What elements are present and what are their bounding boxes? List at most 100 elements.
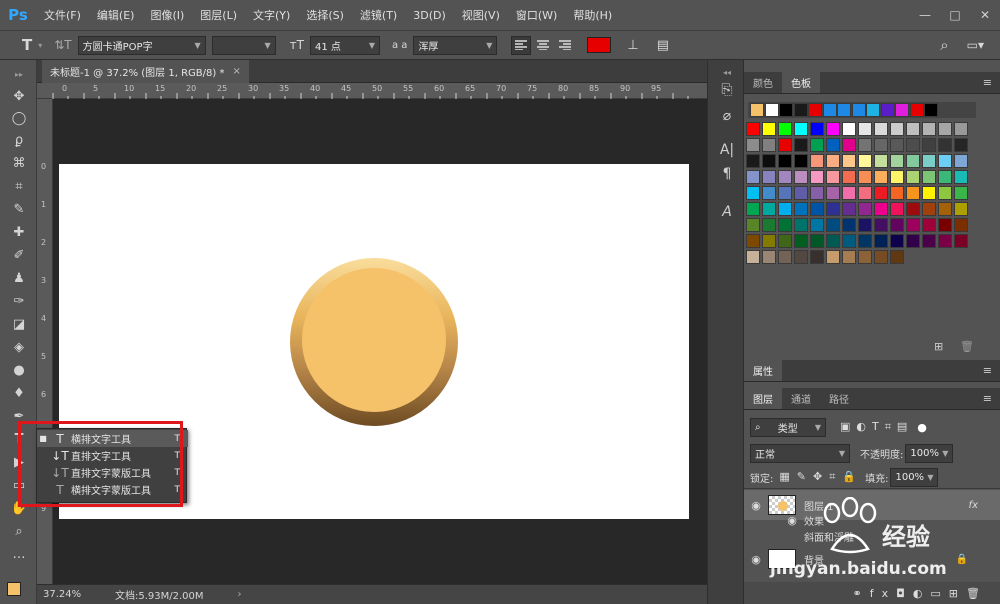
swatch[interactable]	[826, 202, 840, 216]
recent-swatch[interactable]	[895, 103, 909, 117]
character-panel-icon[interactable]: A|	[717, 140, 737, 160]
recent-swatch[interactable]	[837, 103, 851, 117]
swatch[interactable]	[826, 186, 840, 200]
swatch[interactable]	[746, 186, 760, 200]
menu-window[interactable]: 窗口(W)	[508, 7, 565, 23]
recent-swatch[interactable]	[779, 103, 793, 117]
swatch[interactable]	[858, 250, 872, 264]
swatch[interactable]	[826, 154, 840, 168]
swatch[interactable]	[762, 202, 776, 216]
swatch[interactable]	[938, 218, 952, 232]
swatch[interactable]	[810, 234, 824, 248]
swatch[interactable]	[778, 202, 792, 216]
swatch[interactable]	[778, 218, 792, 232]
paint-bucket-tool-icon[interactable]: ◈	[8, 337, 30, 357]
align-left-button[interactable]	[511, 35, 532, 55]
swatch[interactable]	[810, 202, 824, 216]
swatch[interactable]	[794, 170, 808, 184]
collapse-arrows-icon[interactable]: ◂◂	[717, 62, 737, 82]
recent-swatch[interactable]	[880, 103, 895, 117]
swatch[interactable]	[778, 186, 792, 200]
swatch[interactable]	[890, 186, 904, 200]
marquee-tool-icon[interactable]: ◯	[8, 108, 30, 128]
recent-swatch[interactable]	[924, 103, 938, 117]
menu-edit[interactable]: 编辑(E)	[89, 7, 143, 23]
swatch[interactable]	[842, 170, 856, 184]
swatch[interactable]	[746, 202, 760, 216]
tab-color[interactable]: 颜色	[744, 71, 782, 93]
swatch[interactable]	[890, 234, 904, 248]
swatch[interactable]	[794, 202, 808, 216]
swatch[interactable]	[826, 138, 840, 152]
zoom-tool-icon[interactable]: ⌕	[8, 521, 30, 541]
visibility-eye-icon[interactable]: ◉	[744, 499, 768, 512]
brush-tool-icon[interactable]: ✐	[8, 245, 30, 265]
swatch[interactable]	[778, 170, 792, 184]
swatch[interactable]	[762, 186, 776, 200]
swatch[interactable]	[874, 170, 888, 184]
opacity-field[interactable]: 100% ▼	[905, 443, 954, 463]
swatch[interactable]	[890, 170, 904, 184]
swatch[interactable]	[906, 186, 920, 200]
tab-layers[interactable]: 图层	[744, 387, 782, 409]
paragraph-panel-icon[interactable]: ¶	[717, 164, 737, 184]
maximize-button[interactable]: □	[940, 5, 970, 25]
align-right-button[interactable]	[555, 36, 575, 55]
blend-mode-dropdown[interactable]: 正常 ▼	[750, 443, 850, 463]
crop-tool-icon[interactable]: ⌗	[8, 176, 30, 196]
swatch[interactable]	[906, 234, 920, 248]
swatch[interactable]	[890, 154, 904, 168]
swatch[interactable]	[842, 202, 856, 216]
swatch[interactable]	[874, 186, 888, 200]
swatch[interactable]	[794, 186, 808, 200]
recent-swatch[interactable]	[764, 103, 779, 117]
filter-toggle-icon[interactable]: ●	[917, 421, 927, 434]
minimize-button[interactable]: —	[910, 5, 940, 25]
blur-tool-icon[interactable]: ●	[8, 360, 30, 380]
swatch[interactable]	[954, 234, 968, 248]
swatch[interactable]	[762, 154, 776, 168]
swatch[interactable]	[858, 122, 872, 136]
swatch[interactable]	[858, 170, 872, 184]
lasso-tool-icon[interactable]: ϼ	[8, 130, 30, 150]
layer-filter-icons[interactable]: ▣◐T⌗▤	[840, 420, 913, 434]
swatch[interactable]	[890, 250, 904, 264]
swatch[interactable]	[810, 138, 824, 152]
swatch[interactable]	[874, 154, 888, 168]
swatch[interactable]	[842, 122, 856, 136]
swatch[interactable]	[922, 186, 936, 200]
swatch[interactable]	[954, 218, 968, 232]
swatch[interactable]	[762, 122, 776, 136]
swatch[interactable]	[746, 170, 760, 184]
workspace-switcher-icon[interactable]: ▭▾	[967, 38, 984, 52]
menu-filter[interactable]: 滤镜(T)	[352, 7, 405, 23]
swatch[interactable]	[778, 250, 792, 264]
swatch[interactable]	[890, 202, 904, 216]
history-panel-icon[interactable]: ⎘	[717, 80, 737, 100]
eraser-tool-icon[interactable]: ◪	[8, 314, 30, 334]
new-swatch-icon[interactable]: ⊞	[934, 340, 943, 353]
quick-select-tool-icon[interactable]: ⌘	[8, 153, 30, 173]
swatch[interactable]	[826, 170, 840, 184]
tab-swatches[interactable]: 色板	[782, 71, 820, 93]
swatch[interactable]	[826, 250, 840, 264]
preset-chevron-icon[interactable]: ▾	[38, 41, 42, 50]
swatch[interactable]	[938, 202, 952, 216]
swatch[interactable]	[810, 154, 824, 168]
swatch[interactable]	[890, 122, 904, 136]
recent-swatch[interactable]	[851, 103, 866, 117]
swatch[interactable]	[922, 234, 936, 248]
swatch[interactable]	[938, 186, 952, 200]
swatch[interactable]	[938, 122, 952, 136]
swatch[interactable]	[794, 250, 808, 264]
visibility-eye-icon[interactable]: ◉	[744, 553, 768, 566]
swatch[interactable]	[810, 170, 824, 184]
tab-channels[interactable]: 通道	[782, 387, 820, 409]
swatch[interactable]	[874, 202, 888, 216]
swatch[interactable]	[842, 154, 856, 168]
swatch[interactable]	[954, 122, 968, 136]
swatch[interactable]	[746, 250, 760, 264]
swatch[interactable]	[922, 218, 936, 232]
swatch[interactable]	[778, 234, 792, 248]
history-brush-tool-icon[interactable]: ✑	[8, 291, 30, 311]
